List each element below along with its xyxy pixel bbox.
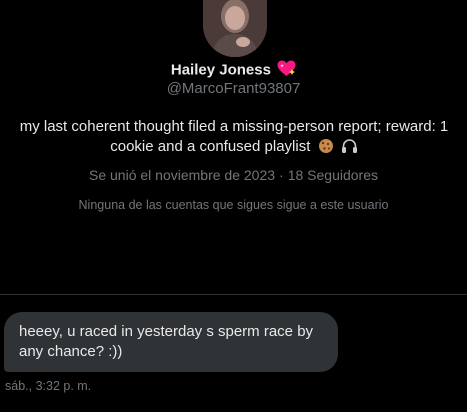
message-text: heeey, u raced in yesterday s sperm race…: [19, 323, 314, 360]
profile-meta: Se unió el noviembre de 2023 · 18 Seguidor…: [0, 167, 467, 183]
profile-bio: my last coherent thought filed a missing…: [14, 117, 454, 160]
profile-name-row: Hailey Joness: [0, 60, 467, 81]
message-timestamp: sáb., 3:32 p. m.: [5, 379, 92, 393]
sparkling-heart-icon: [277, 60, 296, 81]
display-name[interactable]: Hailey Joness: [171, 61, 271, 78]
avatar[interactable]: [203, 0, 267, 57]
joined-date: Se unió el noviembre de 2023: [89, 167, 276, 183]
meta-separator: ·: [279, 167, 284, 183]
followers-count[interactable]: 18 Seguidores: [288, 167, 378, 183]
message-bubble[interactable]: heeey, u raced in yesterday s sperm race…: [4, 312, 338, 372]
bio-text: my last coherent thought filed a missing…: [19, 118, 449, 155]
mutual-followers-note: Ninguna de las cuentas que sigues sigue …: [78, 198, 389, 212]
headphones-icon: [341, 138, 358, 160]
profile-handle[interactable]: @MarcoFrant93807: [0, 80, 467, 97]
cookie-icon: [318, 138, 334, 160]
divider: [0, 294, 467, 295]
